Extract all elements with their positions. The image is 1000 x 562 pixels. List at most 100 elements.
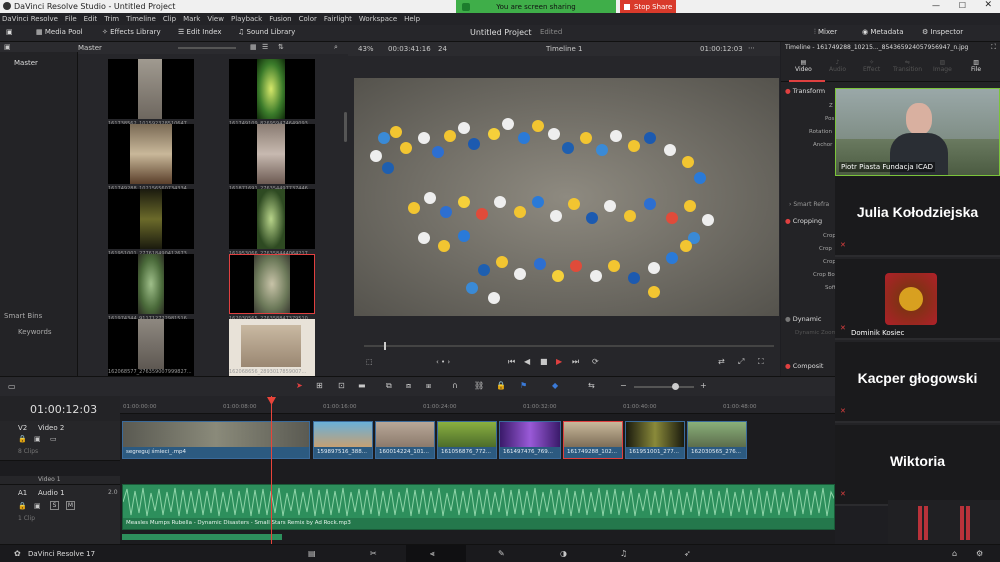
zoom-in-icon[interactable]: + [700,381,707,390]
media-thumbnail[interactable] [108,189,194,249]
tab-audio[interactable]: ♪ Audio [829,59,846,73]
menu-timeline[interactable]: Timeline [126,15,156,23]
skip-end-icon[interactable]: ⏭ [572,357,579,367]
timeline-zoom-slider[interactable] [634,386,694,388]
inspector-expand-icon[interactable]: ⛶ [991,43,996,52]
media-thumbnail[interactable] [108,124,194,184]
fullscreen-icon[interactable]: ⛶ [758,357,764,367]
transform-overlay-icon[interactable]: ⬚ [366,358,373,366]
jog-control-icon[interactable]: ‹ • › [436,358,450,366]
media-thumbnail[interactable] [229,59,315,119]
lock-icon[interactable]: 🔒 [18,435,27,443]
timeline-ruler[interactable]: 01:00:00:00 01:00:08:00 01:00:16:00 01:0… [120,396,835,414]
position-lock-icon[interactable]: 🔒 [496,381,506,390]
zoom-out-icon[interactable]: − [620,381,627,390]
close-icon[interactable]: ✕ [984,0,992,10]
zoom-level[interactable]: 43% [358,45,374,53]
home-icon[interactable]: ⌂ [952,549,957,558]
stop-icon[interactable]: ■ [540,357,548,366]
menu-playback[interactable]: Playback [231,15,262,23]
match-frame-icon[interactable]: ⇄ [718,357,725,366]
tab-effect[interactable]: ✧ Effect [863,59,880,73]
search-icon[interactable]: ⌕ [334,43,338,52]
participant-tile[interactable]: Wiktoria ✕ [835,425,1000,506]
linked-selection-icon[interactable]: ⛓ [474,381,484,390]
metadata-button[interactable]: ◉ Metadata [862,28,904,36]
auto-select-icon[interactable]: ▣ [34,435,41,443]
section-cropping[interactable]: ● Cropping [785,217,822,225]
participant-video-tile[interactable]: Piotr Piasta Fundacja ICAD [835,88,1000,176]
menu-color[interactable]: Color [299,15,317,23]
trim-tool-icon[interactable]: ⊞ [316,381,323,390]
tab-file[interactable]: ▥ File [971,59,981,73]
master-bin[interactable]: Master [14,59,38,67]
media-thumbnail[interactable] [108,254,194,314]
color-page-icon[interactable]: ◑ [560,549,567,558]
edit-page-tab[interactable]: ⫷ [406,545,466,562]
keywords-bin[interactable]: Keywords [18,328,52,336]
blade-tool-icon[interactable]: ▬ [358,381,366,390]
sort-icon[interactable]: ⇅ [278,43,284,51]
timeline-clip[interactable]: segreguj śmieci_.mp4 [122,421,310,459]
thumbnail-size-slider[interactable] [178,47,236,49]
menu-help[interactable]: Help [404,15,420,23]
fairlight-page-icon[interactable]: ♫ [620,549,627,558]
timeline-clip[interactable]: 160014224_101... [375,421,435,459]
tab-video[interactable]: ▤ Video [795,59,812,73]
maximize-icon[interactable]: ☐ [959,1,966,10]
menu-view[interactable]: View [207,15,224,23]
section-dynamic-zoom[interactable]: ● Dynamic [785,315,821,323]
viewer-options-icon[interactable]: ⋯ [748,44,755,52]
section-transform[interactable]: ● Transform [785,87,825,95]
track-name[interactable]: Audio 1 [38,489,65,497]
media-thumbnail[interactable] [229,189,315,249]
cut-page-icon[interactable]: ✂ [370,549,377,558]
play-reverse-icon[interactable]: ◀ [524,357,530,366]
settings-gear-icon[interactable]: ⚙ [976,549,983,558]
replace-clip-icon[interactable]: ⧆ [426,381,431,391]
video-preview[interactable] [354,78,779,316]
track-name[interactable]: Video 2 [38,424,64,432]
viewer-scrubber[interactable] [364,345,774,347]
skip-start-icon[interactable]: ⏮ [508,357,515,367]
track-name[interactable]: Video 1 [38,476,61,483]
selection-tool-icon[interactable]: ➤ [296,381,303,390]
marker-icon[interactable]: ◆ [552,381,558,390]
participant-tile[interactable]: Dominik Kosiec ✕ [835,259,1000,340]
lock-icon[interactable]: 🔒 [18,502,27,510]
participant-tile[interactable]: Kacper głogowski ✕ [835,342,1000,423]
snap-icon[interactable]: ⤢ [738,357,744,367]
media-thumbnail-selected[interactable] [229,254,315,314]
inspector-button[interactable]: ⚙ Inspector [922,28,963,36]
loop-icon[interactable]: ⟳ [592,357,599,366]
menu-file[interactable]: File [65,15,77,23]
playhead[interactable] [271,396,272,544]
timeline-clip[interactable]: 162030565_276... [687,421,747,459]
grid-view-icon[interactable]: ▦ [250,43,257,51]
snapping-icon[interactable]: ∩ [452,381,458,390]
menu-davinci[interactable]: DaVinci Resolve [2,15,58,23]
menu-workspace[interactable]: Workspace [359,15,397,23]
stop-share-button[interactable]: Stop Share [620,0,676,14]
overwrite-clip-icon[interactable]: ⧈ [406,381,411,391]
media-pool-button[interactable]: ▦ Media Pool [36,28,83,36]
bin-toggle-icon[interactable]: ▣ [4,43,11,51]
timeline-clip[interactable]: 161951001_277... [625,421,685,459]
sound-library-button[interactable]: ♫ Sound Library [238,28,295,36]
section-smart-reframe[interactable]: › Smart Refra [789,201,829,208]
menu-fusion[interactable]: Fusion [269,15,291,23]
tab-transition[interactable]: ⇋ Transition [893,59,922,73]
list-view-icon[interactable]: ☰ [262,43,268,51]
media-thumbnail[interactable] [229,124,315,184]
menu-trim[interactable]: Trim [104,15,119,23]
media-page-icon[interactable]: ▤ [308,549,316,558]
insert-clip-icon[interactable]: ⧉ [386,381,392,391]
audio-clip[interactable]: Measles Mumps Rubella - Dynamic Disaster… [122,484,835,530]
fusion-page-icon[interactable]: ✎ [498,549,505,558]
menu-clip[interactable]: Clip [163,15,176,23]
media-pool-scrollbar[interactable] [344,112,347,142]
timeline-zoom-handle[interactable] [672,383,679,390]
tab-image[interactable]: ▨ Image [933,59,952,73]
zoom-full-icon[interactable]: ⇆ [588,381,595,390]
solo-button[interactable]: S [50,501,59,510]
